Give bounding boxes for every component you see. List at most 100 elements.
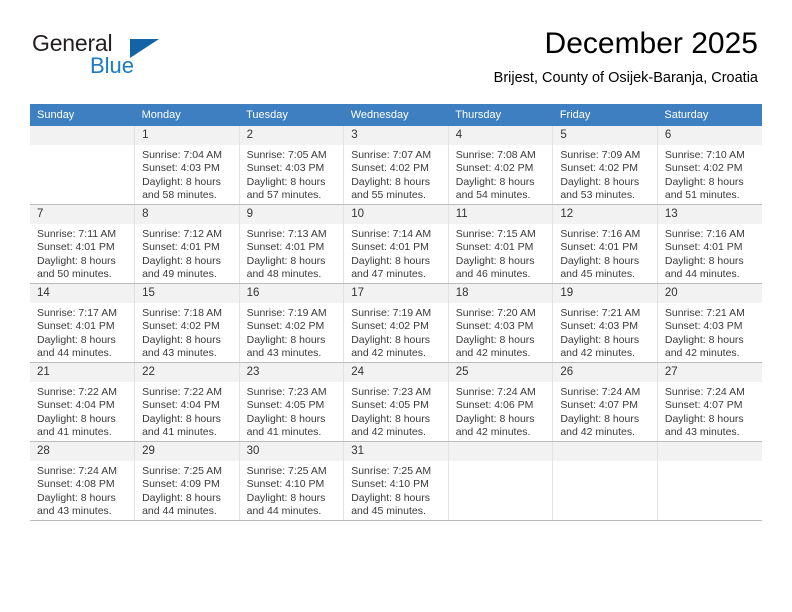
day-cell[interactable]: 11 Sunrise: 7:15 AM Sunset: 4:01 PM Dayl… [448, 204, 554, 284]
daylight-text-line2: and 41 minutes. [246, 426, 322, 439]
daylight-text-line2: and 45 minutes. [560, 268, 636, 281]
calendar-header-row: Sunday Monday Tuesday Wednesday Thursday… [30, 104, 762, 126]
daylight-text-line1: Daylight: 8 hours [142, 254, 221, 267]
day-details: Sunrise: 7:24 AM Sunset: 4:07 PM Dayligh… [553, 382, 657, 440]
day-details: Sunrise: 7:13 AM Sunset: 4:01 PM Dayligh… [240, 224, 344, 282]
day-number: 29 [135, 442, 239, 461]
day-details: Sunrise: 7:11 AM Sunset: 4:01 PM Dayligh… [30, 224, 134, 282]
daylight-text-line1: Daylight: 8 hours [455, 254, 535, 267]
day-details: Sunrise: 7:12 AM Sunset: 4:01 PM Dayligh… [135, 224, 239, 282]
day-cell[interactable]: 17 Sunrise: 7:19 AM Sunset: 4:02 PM Dayl… [343, 283, 449, 363]
sunrise-text: Sunrise: 7:19 AM [351, 307, 432, 319]
day-number: 5 [553, 126, 657, 145]
day-cell[interactable]: 20 Sunrise: 7:21 AM Sunset: 4:03 PM Dayl… [657, 283, 762, 363]
day-cell[interactable]: 24 Sunrise: 7:23 AM Sunset: 4:05 PM Dayl… [343, 362, 449, 442]
day-cell[interactable]: 4 Sunrise: 7:08 AM Sunset: 4:02 PM Dayli… [448, 126, 554, 205]
day-cell[interactable]: 10 Sunrise: 7:14 AM Sunset: 4:01 PM Dayl… [343, 204, 449, 284]
day-cell[interactable]: 27 Sunrise: 7:24 AM Sunset: 4:07 PM Dayl… [657, 362, 762, 442]
sunset-text: Sunset: 4:02 PM [142, 320, 220, 333]
sunrise-text: Sunrise: 7:07 AM [351, 149, 432, 161]
daylight-text-line2: and 42 minutes. [664, 347, 740, 360]
day-number: 4 [448, 126, 553, 145]
daylight-text-line1: Daylight: 8 hours [37, 491, 116, 504]
sunrise-text: Sunrise: 7:19 AM [246, 307, 327, 319]
day-details: Sunrise: 7:25 AM Sunset: 4:10 PM Dayligh… [240, 461, 344, 519]
sunrise-text: Sunrise: 7:14 AM [351, 228, 432, 240]
sunset-text: Sunset: 4:07 PM [560, 399, 638, 412]
day-details: Sunrise: 7:16 AM Sunset: 4:01 PM Dayligh… [553, 224, 657, 282]
day-cell[interactable]: 19 Sunrise: 7:21 AM Sunset: 4:03 PM Dayl… [552, 283, 658, 363]
day-number: 27 [657, 363, 762, 382]
sunset-text: Sunset: 4:01 PM [560, 241, 638, 254]
day-cell[interactable]: 6 Sunrise: 7:10 AM Sunset: 4:02 PM Dayli… [657, 126, 762, 205]
sunrise-text: Sunrise: 7:22 AM [37, 386, 117, 398]
day-cell[interactable]: 8 Sunrise: 7:12 AM Sunset: 4:01 PM Dayli… [134, 204, 240, 284]
day-cell[interactable]: 1 Sunrise: 7:04 AM Sunset: 4:03 PM Dayli… [134, 126, 240, 205]
daylight-text-line1: Daylight: 8 hours [142, 491, 221, 504]
day-cell[interactable]: 9 Sunrise: 7:13 AM Sunset: 4:01 PM Dayli… [239, 204, 345, 284]
sunset-text: Sunset: 4:02 PM [246, 320, 325, 333]
day-details: Sunrise: 7:17 AM Sunset: 4:01 PM Dayligh… [30, 303, 134, 361]
sunset-text: Sunset: 4:10 PM [351, 478, 429, 491]
day-number [657, 442, 762, 461]
daylight-text-line1: Daylight: 8 hours [246, 175, 326, 188]
day-cell[interactable]: 3 Sunrise: 7:07 AM Sunset: 4:02 PM Dayli… [343, 126, 449, 205]
daylight-text-line2: and 51 minutes. [664, 189, 740, 202]
day-details: Sunrise: 7:14 AM Sunset: 4:01 PM Dayligh… [344, 224, 448, 282]
day-number: 25 [448, 363, 553, 382]
sunset-text: Sunset: 4:03 PM [246, 162, 325, 175]
sunset-text: Sunset: 4:08 PM [37, 478, 115, 491]
day-number: 21 [30, 363, 135, 382]
day-cell[interactable]: 30 Sunrise: 7:25 AM Sunset: 4:10 PM Dayl… [239, 441, 345, 521]
day-cell[interactable]: 26 Sunrise: 7:24 AM Sunset: 4:07 PM Dayl… [552, 362, 658, 442]
day-details: Sunrise: 7:25 AM Sunset: 4:09 PM Dayligh… [135, 461, 239, 519]
day-details: Sunrise: 7:05 AM Sunset: 4:03 PM Dayligh… [240, 145, 344, 203]
sunrise-text: Sunrise: 7:18 AM [142, 307, 223, 319]
day-cell[interactable]: 5 Sunrise: 7:09 AM Sunset: 4:02 PM Dayli… [552, 126, 658, 205]
day-cell[interactable]: 31 Sunrise: 7:25 AM Sunset: 4:10 PM Dayl… [343, 441, 449, 521]
day-details: Sunrise: 7:23 AM Sunset: 4:05 PM Dayligh… [344, 382, 448, 440]
daylight-text-line2: and 42 minutes. [351, 347, 426, 360]
day-number: 10 [344, 205, 448, 224]
day-cell[interactable]: 13 Sunrise: 7:16 AM Sunset: 4:01 PM Dayl… [657, 204, 762, 284]
daylight-text-line1: Daylight: 8 hours [455, 333, 535, 346]
sunrise-text: Sunrise: 7:10 AM [664, 149, 745, 161]
day-cell[interactable]: 14 Sunrise: 7:17 AM Sunset: 4:01 PM Dayl… [30, 283, 136, 363]
day-cell[interactable]: 15 Sunrise: 7:18 AM Sunset: 4:02 PM Dayl… [134, 283, 240, 363]
day-details: Sunrise: 7:24 AM Sunset: 4:06 PM Dayligh… [449, 382, 553, 440]
day-details: Sunrise: 7:04 AM Sunset: 4:03 PM Dayligh… [135, 145, 239, 203]
day-cell[interactable]: 2 Sunrise: 7:05 AM Sunset: 4:03 PM Dayli… [239, 126, 345, 205]
day-number: 18 [448, 284, 553, 303]
day-cell[interactable]: 16 Sunrise: 7:19 AM Sunset: 4:02 PM Dayl… [239, 283, 345, 363]
generalblue-logo[interactable]: General Blue [32, 30, 212, 84]
day-number: 19 [553, 284, 657, 303]
day-cell[interactable]: 12 Sunrise: 7:16 AM Sunset: 4:01 PM Dayl… [552, 204, 658, 284]
daylight-text-line1: Daylight: 8 hours [560, 333, 640, 346]
day-cell[interactable]: 18 Sunrise: 7:20 AM Sunset: 4:03 PM Dayl… [448, 283, 554, 363]
sunrise-text: Sunrise: 7:11 AM [37, 228, 117, 240]
day-cell[interactable]: 29 Sunrise: 7:25 AM Sunset: 4:09 PM Dayl… [134, 441, 240, 521]
daylight-text-line2: and 42 minutes. [560, 347, 636, 360]
day-cell[interactable]: 28 Sunrise: 7:24 AM Sunset: 4:08 PM Dayl… [30, 441, 136, 521]
sunset-text: Sunset: 4:01 PM [664, 241, 743, 254]
daylight-text-line1: Daylight: 8 hours [351, 333, 430, 346]
day-cell[interactable]: 23 Sunrise: 7:23 AM Sunset: 4:05 PM Dayl… [239, 362, 345, 442]
day-number: 9 [239, 205, 344, 224]
sunrise-text: Sunrise: 7:25 AM [246, 465, 327, 477]
day-cell[interactable]: 22 Sunrise: 7:22 AM Sunset: 4:04 PM Dayl… [134, 362, 240, 442]
sunrise-text: Sunrise: 7:24 AM [455, 386, 536, 398]
sunset-text: Sunset: 4:02 PM [351, 162, 429, 175]
day-number: 31 [344, 442, 448, 461]
daylight-text-line1: Daylight: 8 hours [37, 254, 116, 267]
day-cell[interactable]: 25 Sunrise: 7:24 AM Sunset: 4:06 PM Dayl… [448, 362, 554, 442]
sunrise-text: Sunrise: 7:20 AM [455, 307, 536, 319]
sunset-text: Sunset: 4:10 PM [246, 478, 325, 491]
title-block: December 2025 Brijest, County of Osijek-… [494, 26, 758, 88]
sunset-text: Sunset: 4:07 PM [664, 399, 743, 412]
sunrise-text: Sunrise: 7:16 AM [664, 228, 745, 240]
daylight-text-line2: and 42 minutes. [455, 347, 531, 360]
day-cell[interactable]: 21 Sunrise: 7:22 AM Sunset: 4:04 PM Dayl… [30, 362, 136, 442]
day-cell[interactable]: 7 Sunrise: 7:11 AM Sunset: 4:01 PM Dayli… [30, 204, 136, 284]
sunset-text: Sunset: 4:01 PM [246, 241, 325, 254]
daylight-text-line2: and 57 minutes. [246, 189, 322, 202]
